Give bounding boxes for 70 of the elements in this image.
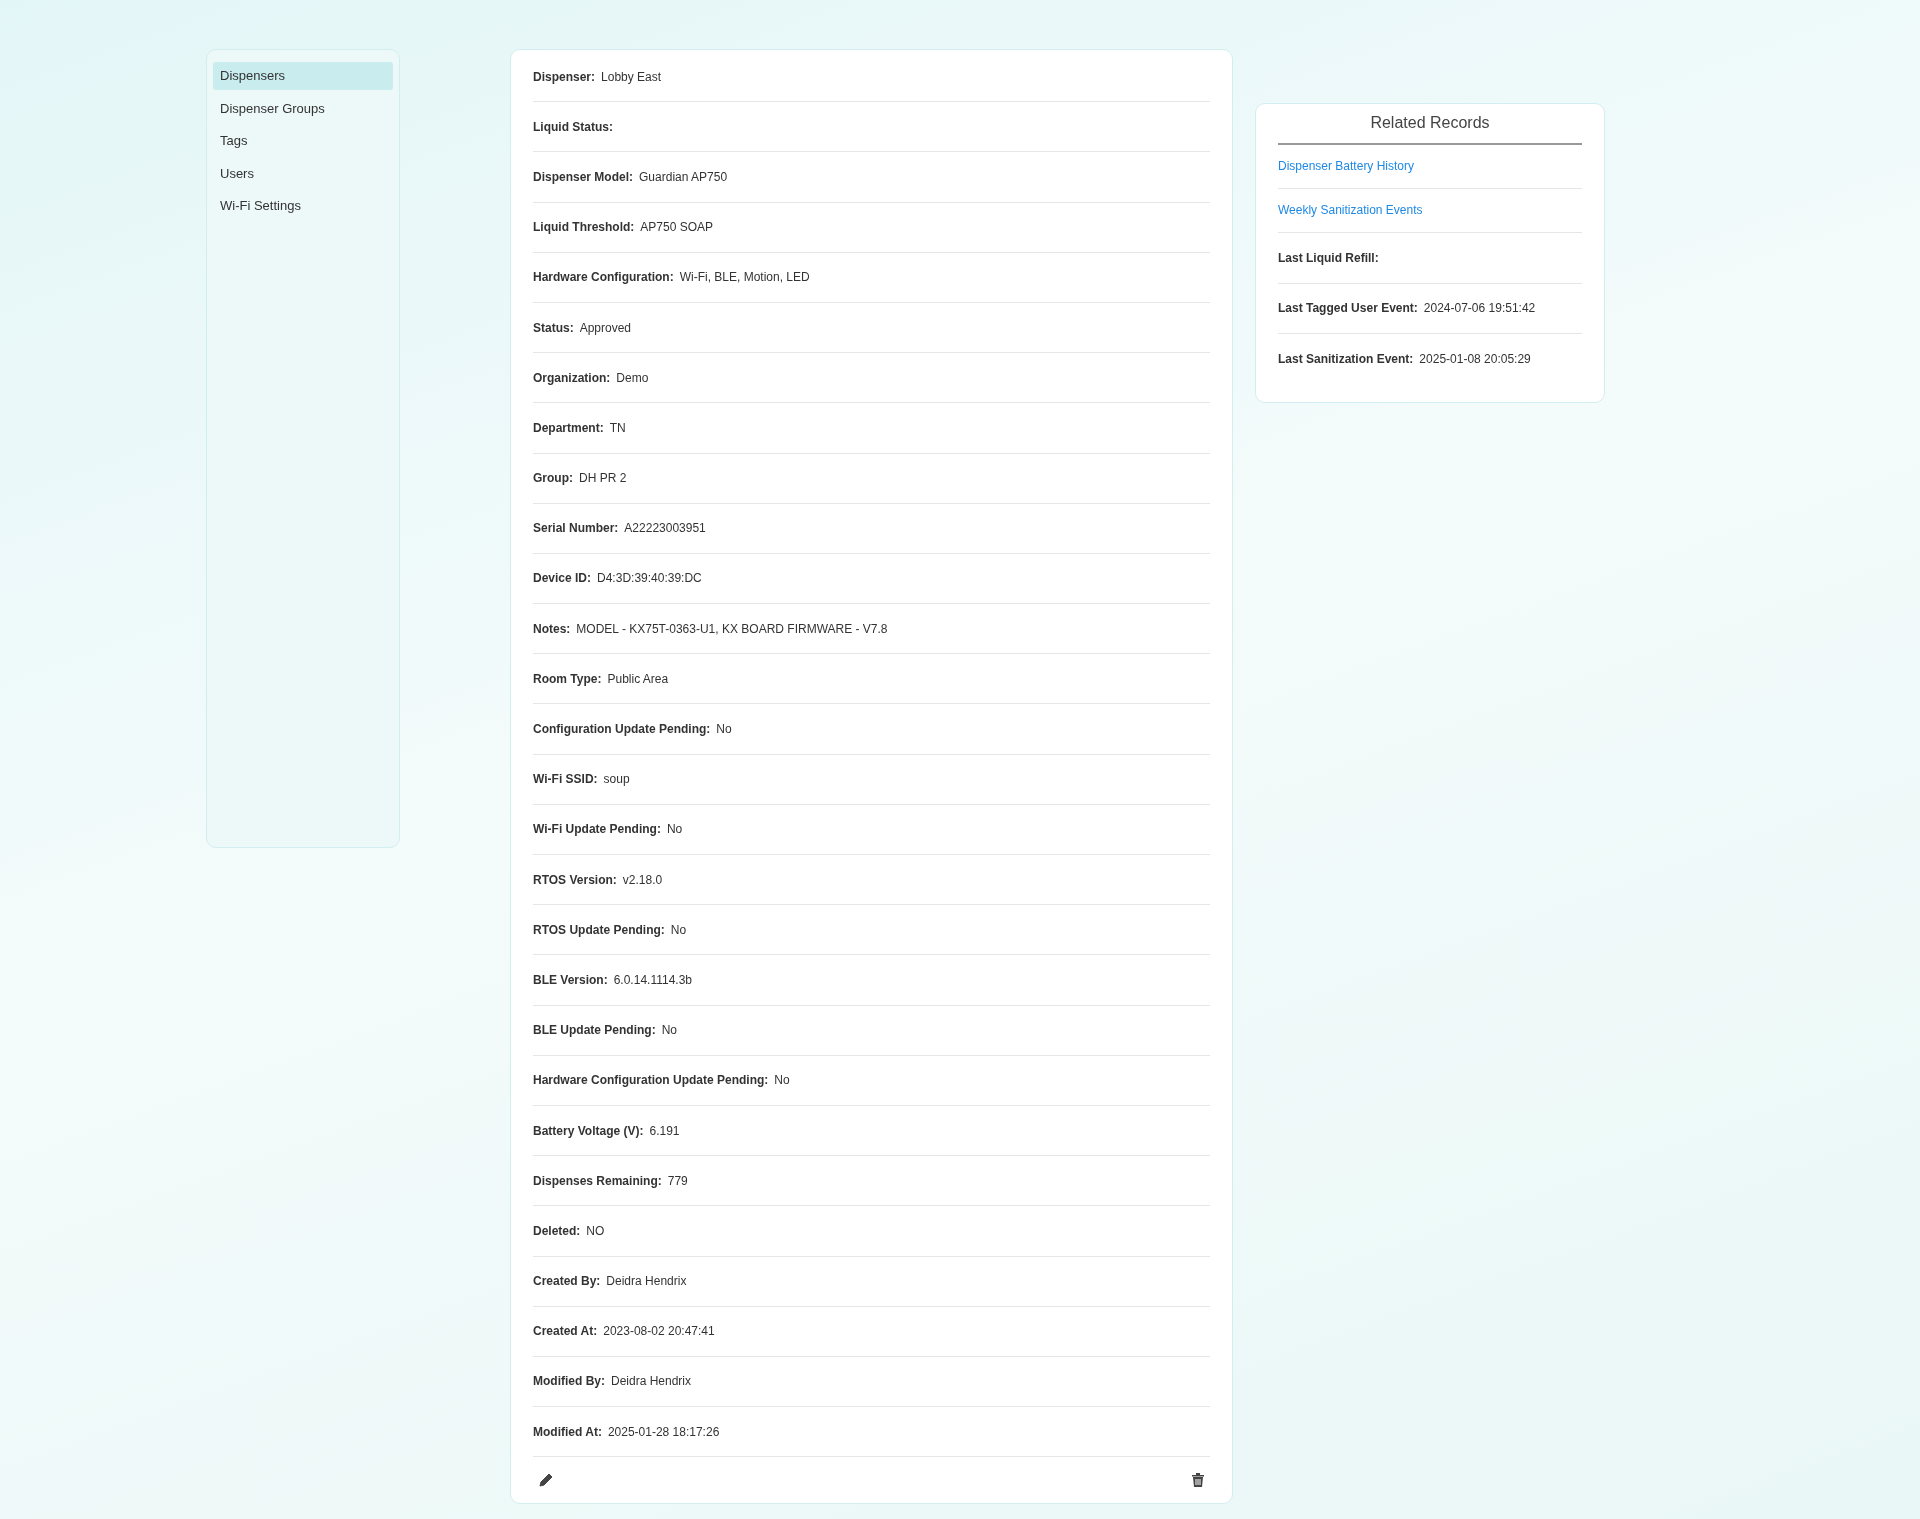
field-value: 2023-08-02 20:47:41 [603,1324,715,1339]
field-label: Organization: [533,370,611,385]
sidebar-item[interactable]: Dispenser Groups [213,94,393,123]
field-label: Room Type: [533,671,602,686]
field-label: Dispenser Model: [533,169,634,184]
field-value: soup [603,772,630,787]
field-label: Status: [533,320,574,335]
field-label: Modified By: [533,1374,605,1389]
field-value: Deidra Hendrix [606,1274,687,1289]
field-value: No [666,822,683,837]
field-value: 2025-01-28 18:17:26 [607,1424,720,1439]
field-label: Modified At: [533,1424,602,1439]
field-label: Hardware Configuration Update Pending: [533,1073,769,1088]
field-value: 2025-01-08 20:05:29 [1419,351,1531,366]
field-label: Dispenses Remaining: [533,1173,662,1188]
field-value: DH PR 2 [579,471,627,486]
field-value: 2024-07-06 19:51:42 [1423,301,1536,316]
field-value: NO [586,1223,605,1238]
field-value: MODEL - KX75T-0363-U1, KX BOARD FIRMWARE - V7.8 [576,621,888,636]
field-value: Wi-Fi, BLE, Motion, LED [679,270,810,285]
pencil-icon [538,1472,554,1489]
field-value: No [661,1023,677,1038]
field-value: Deidra Hendrix [611,1374,692,1389]
sidebar-item[interactable]: Tags [213,127,393,155]
field-value: Public Area [607,671,669,686]
field-label: Group: [533,471,573,486]
field-value: No [670,922,687,937]
sidebar-item[interactable]: Dispensers [213,62,393,90]
field-label: Liquid Threshold: [533,220,635,235]
field-label: Notes: [533,621,571,636]
record-link[interactable]: Dispenser Battery History [1278,145,1582,189]
field-label: Dispenser: [533,69,596,84]
field-value: Demo [616,370,649,385]
sidebar-item[interactable]: Wi-Fi Settings [213,192,393,220]
field-label: BLE Version: [533,972,608,987]
field-value: 6.0.14.1114.3b [613,972,692,987]
field-label: RTOS Version: [533,872,617,887]
field-label: Device ID: [533,571,592,586]
field-value: AP750 SOAP [640,220,714,235]
field-label: Serial Number: [533,521,619,536]
field-value: No [774,1073,790,1088]
field-label: RTOS Update Pending: [533,922,665,937]
field-label: Department: [533,420,604,435]
field-label: Deleted: [533,1223,581,1238]
field-label: Last Tagged User Event: [1278,301,1418,316]
field-value: 779 [667,1173,688,1188]
field-label: Wi-Fi Update Pending: [533,822,661,837]
card-title: Related Records [1278,114,1582,145]
field-label: Last Liquid Refill: [1278,250,1379,265]
field-value: Lobby East [601,69,662,84]
field-value: D4:3D:39:40:39:DC [597,571,702,586]
field-label: Configuration Update Pending: [533,722,711,737]
field-value: Approved [579,320,632,335]
field-label: Battery Voltage (V): [533,1123,644,1138]
field-label: Wi-Fi SSID: [533,772,598,787]
field-value: v2.18.0 [622,872,663,887]
field-value: No [716,722,732,737]
field-label: BLE Update Pending: [533,1023,656,1038]
trash-icon [1191,1472,1205,1489]
field-label: Liquid Status: [533,119,613,134]
field-value: TN [609,420,626,435]
field-value: Guardian AP750 [639,169,728,184]
field-label: Created At: [533,1324,598,1339]
field-value: 6.191 [649,1123,680,1138]
field-label: Created By: [533,1274,601,1289]
field-value: A22223003951 [624,521,706,536]
field-label: Last Sanitization Event: [1278,351,1414,366]
field-label: Hardware Configuration: [533,270,674,285]
sidebar-item[interactable]: Users [213,159,393,188]
record-link[interactable]: Weekly Sanitization Events [1278,189,1582,233]
